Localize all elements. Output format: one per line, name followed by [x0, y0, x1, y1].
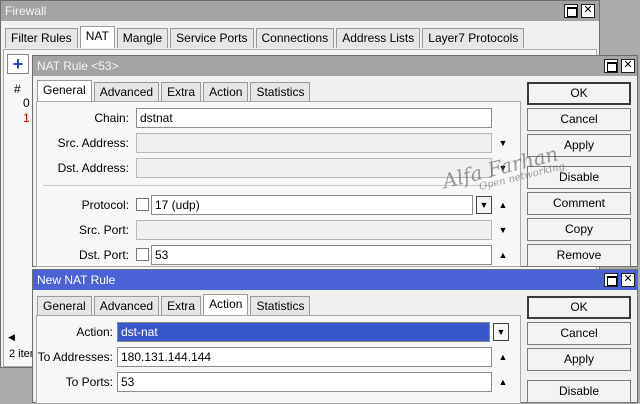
row-number: 0: [23, 96, 30, 110]
maximize-icon[interactable]: [564, 4, 578, 18]
tab-extra[interactable]: Extra: [161, 82, 202, 102]
src-address-label: Src. Address:: [57, 136, 129, 150]
separator: [43, 185, 493, 186]
new-nat-rule-titlebar[interactable]: New NAT Rule ✕: [33, 270, 637, 290]
dst-port-field[interactable]: 53: [151, 245, 492, 265]
to-ports-label: To Ports:: [65, 375, 113, 389]
tab-action[interactable]: Action: [203, 82, 249, 102]
new-nat-rule-tabs: General Advanced Extra Action Statistics: [37, 294, 312, 316]
list-item[interactable]: 0: [6, 96, 30, 110]
tab-advanced[interactable]: Advanced: [93, 82, 160, 102]
collapse-arrow-icon[interactable]: ▲: [496, 372, 510, 392]
chain-field[interactable]: dstnat: [136, 108, 492, 128]
ok-button[interactable]: OK: [527, 296, 631, 319]
protocol-negate-checkbox[interactable]: [136, 198, 149, 211]
dst-address-label: Dst. Address:: [57, 161, 129, 175]
tab-general[interactable]: General: [37, 80, 92, 102]
close-icon[interactable]: ✕: [621, 273, 635, 287]
maximize-icon[interactable]: [604, 273, 618, 287]
chain-label: Chain:: [94, 111, 129, 125]
cancel-button[interactable]: Cancel: [527, 322, 631, 345]
tab-extra[interactable]: Extra: [161, 296, 202, 316]
tab-statistics[interactable]: Statistics: [250, 82, 311, 102]
collapse-arrow-icon[interactable]: ▲: [496, 195, 510, 215]
action-select[interactable]: dst-nat: [117, 322, 490, 342]
tab-advanced[interactable]: Advanced: [93, 296, 160, 316]
row-number: 1: [23, 111, 30, 125]
add-button[interactable]: +: [7, 54, 29, 74]
dst-address-field[interactable]: [136, 158, 492, 178]
cancel-button[interactable]: Cancel: [527, 108, 631, 131]
nat-rule-53-titlebar[interactable]: NAT Rule <53> ✕: [33, 56, 637, 76]
action-label: Action:: [76, 325, 113, 339]
firewall-title: Firewall: [5, 4, 47, 18]
to-addresses-label: To Addresses:: [37, 350, 113, 364]
action-dropdown-icon[interactable]: ▼: [493, 323, 509, 341]
copy-button[interactable]: Copy: [527, 218, 631, 241]
firewall-titlebar[interactable]: Firewall ✕: [1, 1, 599, 21]
tab-filter-rules[interactable]: Filter Rules: [5, 28, 78, 48]
maximize-icon[interactable]: [604, 59, 618, 73]
tab-mangle[interactable]: Mangle: [116, 28, 169, 48]
remove-button[interactable]: Remove: [527, 244, 631, 267]
dst-port-negate-checkbox[interactable]: [136, 248, 149, 261]
new-nat-rule-title: New NAT Rule: [37, 273, 116, 287]
tab-layer7-protocols[interactable]: Layer7 Protocols: [422, 28, 525, 48]
new-nat-rule-window: New NAT Rule ✕ General Advanced Extra Ac…: [32, 269, 638, 404]
action-panel: Action: dst-nat ▼ To Addresses: 180.131.…: [36, 315, 521, 404]
tab-statistics[interactable]: Statistics: [250, 296, 311, 316]
collapse-arrow-icon[interactable]: ▲: [496, 245, 510, 265]
ok-button[interactable]: OK: [527, 82, 631, 105]
tab-nat[interactable]: NAT: [79, 26, 115, 48]
protocol-field[interactable]: 17 (udp): [151, 195, 473, 215]
close-icon[interactable]: ✕: [621, 59, 635, 73]
tab-action[interactable]: Action: [203, 294, 249, 316]
to-addresses-field[interactable]: 180.131.144.144: [117, 347, 492, 367]
protocol-label: Protocol:: [81, 198, 129, 212]
collapse-arrow-icon[interactable]: ▲: [496, 347, 510, 367]
disable-button[interactable]: Disable: [527, 380, 631, 403]
firewall-tabs: Filter Rules NAT Mangle Service Ports Co…: [5, 26, 526, 48]
list-item[interactable]: 1: [6, 111, 30, 125]
to-ports-field[interactable]: 53: [117, 372, 492, 392]
scroll-left-icon[interactable]: ◀: [8, 332, 15, 343]
dropdown-arrow-icon[interactable]: ▼: [496, 133, 510, 153]
src-port-label: Src. Port:: [78, 223, 129, 237]
tab-general[interactable]: General: [37, 296, 92, 316]
tab-connections[interactable]: Connections: [255, 28, 335, 48]
tab-service-ports[interactable]: Service Ports: [170, 28, 254, 48]
apply-button[interactable]: Apply: [527, 348, 631, 371]
comment-button[interactable]: Comment: [527, 192, 631, 215]
list-header-number: #: [14, 82, 21, 96]
tab-address-lists[interactable]: Address Lists: [336, 28, 421, 48]
dst-port-label: Dst. Port:: [78, 248, 129, 262]
src-address-field[interactable]: [136, 133, 492, 153]
nat-rule-53-title: NAT Rule <53>: [37, 59, 119, 73]
nat-rule-53-tabs: General Advanced Extra Action Statistics: [37, 80, 312, 102]
protocol-dropdown-icon[interactable]: ▼: [476, 196, 492, 214]
close-icon[interactable]: ✕: [581, 4, 595, 18]
src-port-field[interactable]: [136, 220, 492, 240]
dropdown-arrow-icon[interactable]: ▼: [496, 220, 510, 240]
